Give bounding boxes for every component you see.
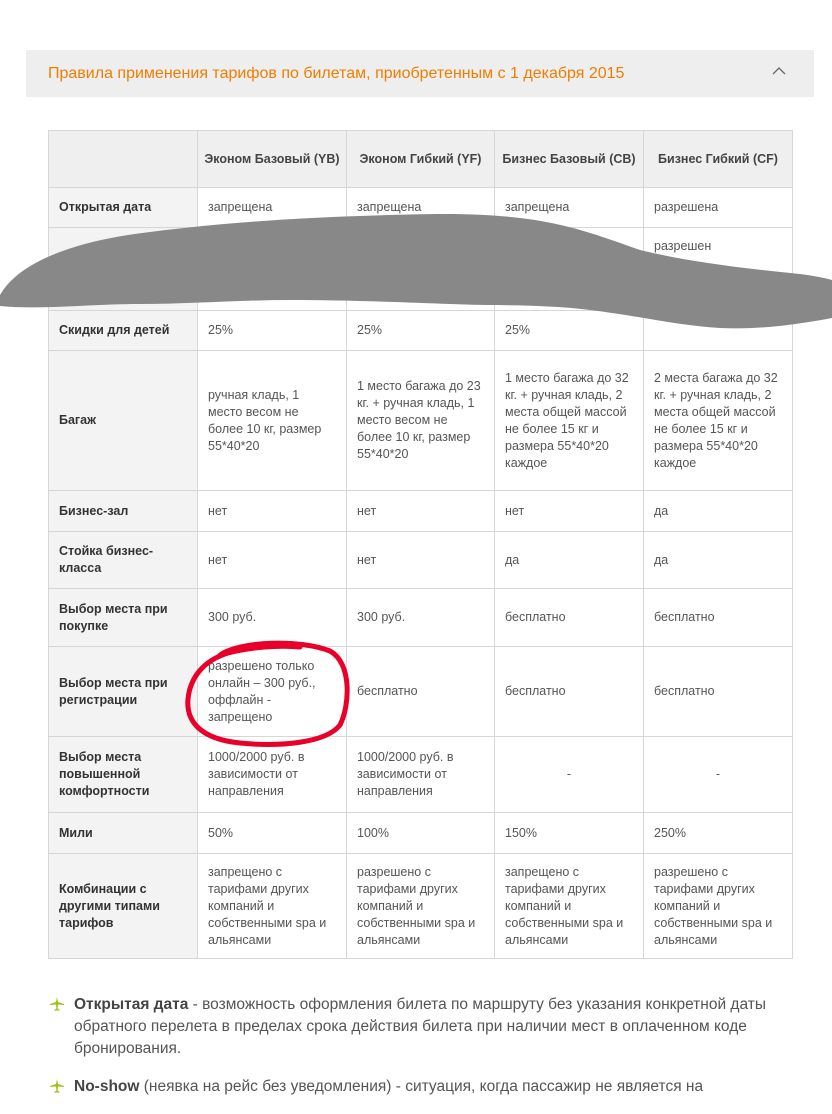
col-header-yb: Эконом Базовый (YB) xyxy=(197,130,347,188)
table-row: Мили 50% 100% 150% 250% xyxy=(48,812,793,854)
row-label: Багаж xyxy=(48,350,198,491)
table-cell: запрещена xyxy=(494,187,644,228)
table-header-corner xyxy=(48,130,198,188)
plane-icon xyxy=(50,997,64,1011)
table-cell: 1000/2000 руб. в зависимости от направле… xyxy=(197,736,347,813)
col-header-yf: Эконом Гибкий (YF) xyxy=(346,130,495,188)
col-header-cf: Бизнес Гибкий (CF) xyxy=(643,130,793,188)
table-cell: ручная кладь, 1 место весом не более 10 … xyxy=(197,350,347,491)
table-cell: разрешено с тарифами других компаний и с… xyxy=(643,853,793,959)
table-header-row: Эконом Базовый (YB) Эконом Гибкий (YF) Б… xyxy=(48,130,793,188)
table-cell xyxy=(346,227,495,311)
table-cell: бесплатно xyxy=(494,588,644,647)
table-cell: разрешено только онлайн – 300 руб., оффл… xyxy=(197,646,347,737)
list-item: Открытая дата - возможность оформления б… xyxy=(48,994,798,1060)
row-label: Выбор места при регистрации xyxy=(48,646,198,737)
table-cell: разрешен xyxy=(643,227,793,311)
row-label: Открытая дата xyxy=(48,187,198,228)
table-cell: - xyxy=(643,736,793,813)
table-cell: 1000/2000 руб. в зависимости от направле… xyxy=(346,736,495,813)
table-cell: 300 руб. xyxy=(346,588,495,647)
table-cell: 25% xyxy=(346,310,495,351)
row-label: Стойка бизнес-класса xyxy=(48,531,198,589)
tariffs-table: Эконом Базовый (YB) Эконом Гибкий (YF) Б… xyxy=(48,130,793,959)
table-cell: 150% xyxy=(494,812,644,854)
col-header-cb: Бизнес Базовый (CB) xyxy=(494,130,644,188)
chevron-up-icon[interactable] xyxy=(772,66,786,78)
table-row: Скидки для детей 25% 25% 25% xyxy=(48,310,793,351)
table-cell: 250% xyxy=(643,812,793,854)
table-cell: да xyxy=(643,531,793,589)
table-cell: запрещена xyxy=(197,187,347,228)
table-cell xyxy=(197,227,347,311)
table-cell: бесплатно xyxy=(346,646,495,737)
note-term: No-show xyxy=(74,1078,140,1095)
table-cell: разрешено с тарифами других компаний и с… xyxy=(346,853,495,959)
row-label: Выбор места повышенной комфортности xyxy=(48,736,198,813)
table-cell: - xyxy=(494,736,644,813)
table-row: Стойка бизнес-класса нет нет да да xyxy=(48,531,793,589)
table-cell: 2 места багажа до 32 кг. + ручная кладь,… xyxy=(643,350,793,491)
table-cell: нет xyxy=(197,531,347,589)
row-label: Мили xyxy=(48,812,198,854)
table-cell: бесплатно xyxy=(643,588,793,647)
table-cell: разрешена xyxy=(643,187,793,228)
table-row: разрешен xyxy=(48,227,793,311)
tariff-notes: Открытая дата - возможность оформления б… xyxy=(48,994,798,1114)
table-cell: бесплатно xyxy=(494,646,644,737)
table-cell: нет xyxy=(346,490,495,532)
table-row: Багаж ручная кладь, 1 место весом не бол… xyxy=(48,350,793,491)
row-label: Комбинации с другими типами тарифов xyxy=(48,853,198,959)
table-cell: 100% xyxy=(346,812,495,854)
row-label xyxy=(48,227,198,311)
table-cell: запрещена xyxy=(346,187,495,228)
plane-icon xyxy=(50,1079,64,1093)
table-cell: нет xyxy=(494,490,644,532)
list-item: No-show (неявка на рейс без уведомления)… xyxy=(48,1076,798,1098)
note-term: Открытая дата xyxy=(74,996,189,1013)
table-cell: 25% xyxy=(197,310,347,351)
table-cell: запрещено с тарифами других компаний и с… xyxy=(494,853,644,959)
table-cell: да xyxy=(494,531,644,589)
table-row: Выбор места повышенной комфортности 1000… xyxy=(48,736,793,813)
table-cell: бесплатно xyxy=(643,646,793,737)
table-cell xyxy=(643,310,793,351)
table-cell: 1 место багажа до 32 кг. + ручная кладь,… xyxy=(494,350,644,491)
table-cell: нет xyxy=(197,490,347,532)
table-cell: да xyxy=(643,490,793,532)
table-row: Бизнес-зал нет нет нет да xyxy=(48,490,793,532)
table-cell: 1 место багажа до 23 кг. + ручная кладь,… xyxy=(346,350,495,491)
table-row: Открытая дата запрещена запрещена запрещ… xyxy=(48,187,793,228)
row-label: Бизнес-зал xyxy=(48,490,198,532)
accordion-title: Правила применения тарифов по билетам, п… xyxy=(48,65,625,82)
table-cell: 50% xyxy=(197,812,347,854)
table-cell: 300 руб. xyxy=(197,588,347,647)
row-label: Выбор места при покупке xyxy=(48,588,198,647)
row-label: Скидки для детей xyxy=(48,310,198,351)
table-cell: нет xyxy=(346,531,495,589)
table-cell: запрещено с тарифами других компаний и с… xyxy=(197,853,347,959)
table-cell xyxy=(494,227,644,311)
table-row: Выбор места при регистрации разрешено то… xyxy=(48,646,793,737)
table-cell: 25% xyxy=(494,310,644,351)
table-row: Выбор места при покупке 300 руб. 300 руб… xyxy=(48,588,793,647)
note-text: (неявка на рейс без уведомления) - ситуа… xyxy=(139,1078,704,1095)
table-row: Комбинации с другими типами тарифов запр… xyxy=(48,853,793,959)
tariff-rules-accordion-header[interactable]: Правила применения тарифов по билетам, п… xyxy=(26,50,814,97)
